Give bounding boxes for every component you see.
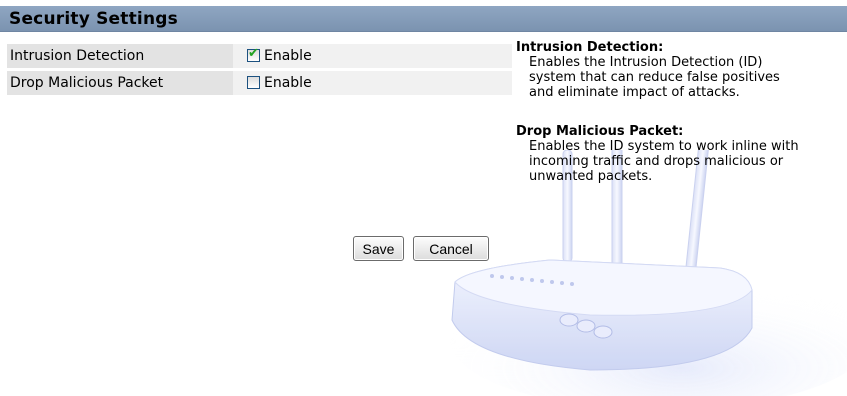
help-heading: Drop Malicious Packet: [516, 124, 684, 139]
intrusion-detection-checkbox[interactable]: ✔ [247, 46, 260, 62]
cancel-button[interactable]: Cancel [413, 236, 489, 261]
checkbox-label[interactable]: Enable [264, 44, 312, 68]
router-illustration-icon [450, 150, 847, 396]
help-text-line: incoming traffic and drops malicious or [529, 154, 784, 169]
help-text-line: Enables the ID system to work inline wit… [529, 139, 799, 154]
help-heading: Intrusion Detection: [516, 40, 664, 55]
help-text-line: unwanted packets. [529, 169, 653, 184]
help-text-line: system that can reduce false positives [529, 70, 780, 85]
setting-value: Enable [233, 71, 512, 95]
setting-row-drop-malicious-packet: Drop Malicious Packet Enable [7, 71, 512, 95]
help-text-line: Enables the Intrusion Detection (ID) [529, 55, 763, 70]
help-intrusion-detection: Intrusion Detection: Enables the Intrusi… [516, 40, 846, 100]
help-text-line: and eliminate impact of attacks. [529, 85, 740, 100]
setting-label: Drop Malicious Packet [7, 71, 233, 95]
help-drop-malicious-packet: Drop Malicious Packet: Enables the ID sy… [516, 124, 846, 184]
checkbox-label[interactable]: Enable [264, 71, 312, 95]
save-button[interactable]: Save [353, 236, 404, 261]
setting-row-intrusion-detection: Intrusion Detection ✔ Enable [7, 44, 512, 68]
section-header: Security Settings [0, 6, 847, 32]
setting-label: Intrusion Detection [7, 44, 233, 68]
drop-malicious-packet-checkbox[interactable] [247, 76, 260, 89]
check-icon: ✔ [248, 46, 259, 61]
setting-value: ✔ Enable [233, 44, 512, 68]
page-title: Security Settings [9, 9, 178, 29]
